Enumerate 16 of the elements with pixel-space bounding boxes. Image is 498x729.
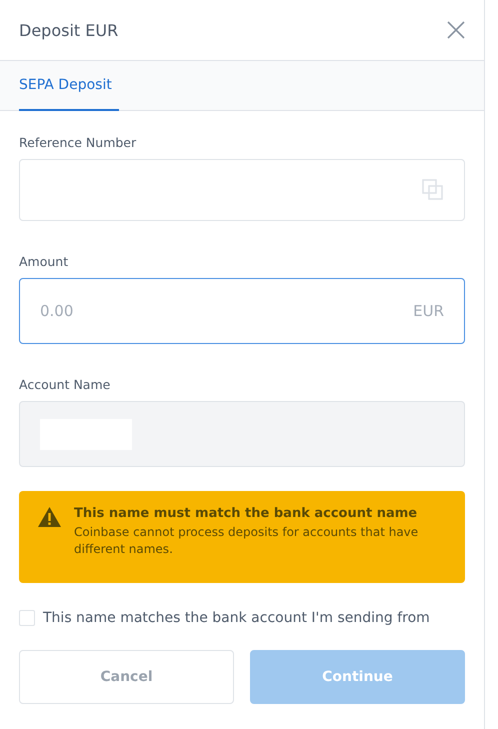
checkbox-label: This name matches the bank account I'm sending from (43, 610, 430, 626)
warning-message: Coinbase cannot process deposits for accounts that have different names. (74, 524, 420, 558)
input-field[interactable] (19, 159, 465, 221)
placeholder-text: 0.00 (40, 302, 74, 320)
amount-field[interactable]: 0.00 EUR (19, 278, 465, 344)
close-icon[interactable] (446, 20, 466, 40)
field-label: Reference Number (19, 135, 138, 150)
currency-label: EUR (413, 302, 444, 320)
copy-icon[interactable] (422, 179, 444, 201)
warning-title: This name must match the bank account name (74, 506, 418, 521)
dialog-title: Deposit EUR (19, 20, 118, 40)
field-label: Account Name (19, 377, 112, 392)
warning-icon (37, 506, 62, 528)
cancel-button[interactable]: Cancel (19, 650, 234, 704)
checkbox[interactable] (19, 610, 35, 626)
field-label: Amount (19, 254, 70, 269)
